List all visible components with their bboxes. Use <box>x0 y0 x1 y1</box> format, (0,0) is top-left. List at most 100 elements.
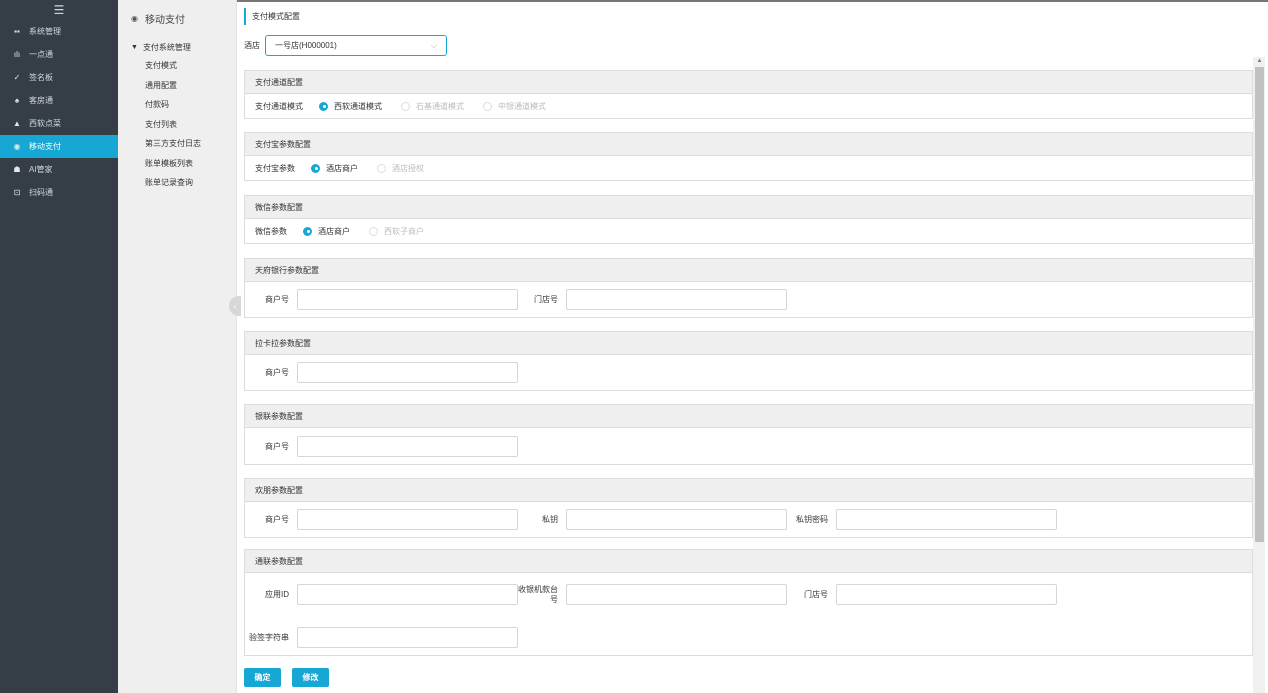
home-icon: ♠ <box>14 96 20 105</box>
radio-dot <box>311 163 320 173</box>
hotel-select-value: 一号店(H000001) <box>275 41 337 50</box>
menu-item-third-party-log[interactable]: 第三方支付日志 <box>118 134 236 154</box>
tonglian-sign-field: 验签字符串 <box>245 627 518 648</box>
unionpay-merchant-field: 商户号 <box>245 436 518 457</box>
modify-button[interactable]: 修改 <box>292 668 329 687</box>
vertical-scrollbar[interactable]: ▲ <box>1253 57 1265 693</box>
huanpeng-merchant-input[interactable] <box>297 509 518 530</box>
unionpay-merchant-input[interactable] <box>297 436 518 457</box>
tonglian-store-field: 门店号 <box>784 584 1057 605</box>
nav-item-0[interactable]: ▪▪ 系统管理 <box>0 20 118 43</box>
tonglian-cashier-field: 收银机款台号 <box>514 584 787 605</box>
unionpay-config-section: 银联参数配置 商户号 <box>244 404 1253 465</box>
section-title: 天府银行参数配置 <box>245 259 1252 282</box>
tianfu-store-input[interactable] <box>566 289 787 310</box>
nav-item-1[interactable]: ılı 一点通 <box>0 43 118 66</box>
field-label: 应用ID <box>265 589 289 599</box>
section-title: 通联参数配置 <box>245 550 1252 573</box>
huanpeng-key-password-input[interactable] <box>836 509 1057 530</box>
scroll-up-icon[interactable]: ▲ <box>1255 57 1264 65</box>
huanpeng-config-section: 欢朋参数配置 商户号 私钥 私钥密码 <box>244 478 1253 538</box>
bar-chart-icon: ılı <box>13 50 21 59</box>
hotel-select[interactable]: 一号店(H000001) ⌵ <box>265 35 447 56</box>
radio-xirun-channel[interactable]: 西软通道模式 <box>319 101 382 112</box>
alipay-config-section: 支付宝参数配置 支付宝参数 酒店商户 酒店授权 <box>244 132 1253 181</box>
radio-wechat-sub-merchant[interactable]: 西软子商户 <box>369 226 424 237</box>
config-scroll-area: 支付通道配置 支付通道模式 西软通道模式 石基通道模式 中银通道模式 支付宝参数… <box>237 58 1268 693</box>
wechat-param-row: 微信参数 酒店商户 西软子商户 <box>245 219 1252 243</box>
tianfu-merchant-field: 商户号 <box>245 289 518 310</box>
tonglian-app-id-input[interactable] <box>297 584 518 605</box>
nav-item-2[interactable]: ✓ 签名板 <box>0 66 118 89</box>
section-title: 支付通道配置 <box>245 71 1252 94</box>
tianfu-bank-config-section: 天府银行参数配置 商户号 门店号 <box>244 258 1253 318</box>
field-label: 商户号 <box>265 441 289 451</box>
radio-alipay-hotel-merchant[interactable]: 酒店商户 <box>311 163 358 174</box>
radio-label: 中银通道模式 <box>498 101 546 111</box>
tonglian-app-id-field: 应用ID <box>245 584 518 605</box>
tianfu-merchant-input[interactable] <box>297 289 518 310</box>
huanpeng-key-field: 私钥 <box>514 509 787 530</box>
channel-mode-row: 支付通道模式 西软通道模式 石基通道模式 中银通道模式 <box>245 94 1252 118</box>
nav-item-label: AI管家 <box>29 165 53 174</box>
section-title: 支付宝参数配置 <box>245 133 1252 156</box>
top-divider <box>237 0 1268 2</box>
tonglian-sign-input[interactable] <box>297 627 518 648</box>
scrollbar-thumb[interactable] <box>1255 67 1264 542</box>
radio-boc-channel[interactable]: 中银通道模式 <box>483 101 546 112</box>
menu-item-pay-mode[interactable]: 支付模式 <box>118 56 236 76</box>
grid-icon: ▪▪ <box>14 27 20 36</box>
page-title: 支付模式配置 <box>244 8 300 25</box>
radio-label: 西软子商户 <box>384 226 424 236</box>
field-label: 商户号 <box>265 294 289 304</box>
menu-item-pay-list[interactable]: 支付列表 <box>118 115 236 135</box>
channel-mode-label: 支付通道模式 <box>255 101 303 111</box>
secondary-menu-title: 移动支付 <box>144 14 185 26</box>
nav-item-5[interactable]: ◉ 移动支付 <box>0 135 118 158</box>
menu-item-general-config[interactable]: 通用配置 <box>118 76 236 96</box>
huanpeng-key-password-field: 私钥密码 <box>784 509 1057 530</box>
nav-item-3[interactable]: ♠ 客房通 <box>0 89 118 112</box>
section-title: 银联参数配置 <box>245 405 1252 428</box>
menu-item-pay-code[interactable]: 付款码 <box>118 95 236 115</box>
field-label: 门店号 <box>804 589 828 599</box>
tonglian-store-input[interactable] <box>836 584 1057 605</box>
food-icon: ▲ <box>13 119 21 128</box>
tonglian-cashier-input[interactable] <box>566 584 787 605</box>
menu-group-pay-system[interactable]: ▼ 支付系统管理 <box>118 38 236 56</box>
menu-item-bill-template-list[interactable]: 账单模板列表 <box>118 154 236 174</box>
section-title: 拉卡拉参数配置 <box>245 332 1252 355</box>
radio-alipay-hotel-auth[interactable]: 酒店授权 <box>377 163 424 174</box>
main-nav: ☰ ▪▪ 系统管理 ılı 一点通 ✓ 签名板 ♠ 客房通 ▲ 西软点菜 ◉ 移动支付 ☗ AI管家 ⊡ 扫码… <box>0 0 118 693</box>
confirm-button[interactable]: 确定 <box>244 668 281 687</box>
channel-config-section: 支付通道配置 支付通道模式 西软通道模式 石基通道模式 中银通道模式 <box>244 70 1253 119</box>
scan-icon: ⊡ <box>13 188 21 197</box>
hamburger-menu-icon[interactable]: ☰ <box>0 0 118 20</box>
huanpeng-key-input[interactable] <box>566 509 787 530</box>
main-content: 支付模式配置 酒店 一号店(H000001) ⌵ 支付通道配置 支付通道模式 西… <box>237 0 1268 693</box>
hotel-selector-row: 酒店 一号店(H000001) ⌵ <box>244 35 447 56</box>
section-title: 欢朋参数配置 <box>245 479 1252 502</box>
signature-icon: ✓ <box>13 73 21 82</box>
tonglian-config-section: 通联参数配置 应用ID 收银机款台号 门店号 验签字符串 <box>244 549 1253 656</box>
nav-item-6[interactable]: ☗ AI管家 <box>0 158 118 181</box>
radio-label: 酒店授权 <box>392 163 424 173</box>
mobile-pay-icon: ◉ <box>131 13 138 23</box>
radio-label: 酒店商户 <box>326 163 358 173</box>
wechat-param-label: 微信参数 <box>255 226 287 236</box>
field-label: 私钥密码 <box>796 514 828 524</box>
radio-shiji-channel[interactable]: 石基通道模式 <box>401 101 464 112</box>
nav-item-7[interactable]: ⊡ 扫码通 <box>0 181 118 204</box>
radio-dot <box>369 226 378 236</box>
radio-wechat-hotel-merchant[interactable]: 酒店商户 <box>303 226 350 237</box>
lakala-merchant-input[interactable] <box>297 362 518 383</box>
field-label: 商户号 <box>265 367 289 377</box>
caret-down-icon: ▼ <box>131 43 138 51</box>
field-label: 验签字符串 <box>249 632 289 642</box>
section-title: 微信参数配置 <box>245 196 1252 219</box>
radio-dot <box>319 101 328 111</box>
nav-item-4[interactable]: ▲ 西软点菜 <box>0 112 118 135</box>
radio-dot <box>377 163 386 173</box>
menu-item-bill-record-query[interactable]: 账单记录查询 <box>118 173 236 193</box>
nav-item-label: 西软点菜 <box>29 119 61 128</box>
